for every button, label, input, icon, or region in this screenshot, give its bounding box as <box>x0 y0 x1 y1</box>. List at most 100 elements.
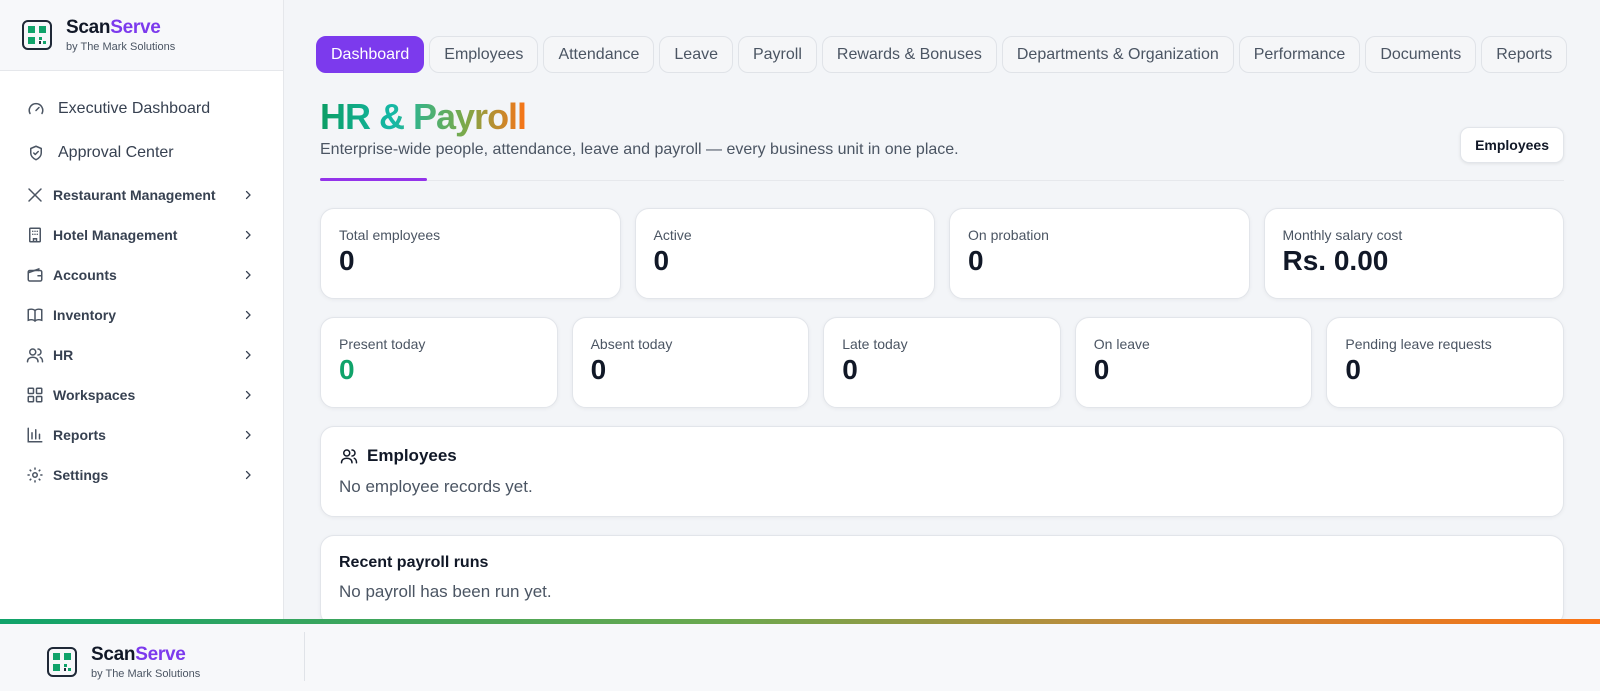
stat-card-late-today: Late today 0 <box>823 317 1061 408</box>
tab-payroll[interactable]: Payroll <box>737 36 817 73</box>
stat-value: 0 <box>1093 354 1110 385</box>
sidebar-nav: Executive Dashboard Approval Center Rest… <box>0 71 283 495</box>
sidebar-item-hotel-management[interactable]: Hotel Management <box>0 215 283 255</box>
page-title: HR & Payroll <box>320 96 527 137</box>
tab-leave[interactable]: Leave <box>659 36 733 73</box>
tab-reports[interactable]: Reports <box>1481 36 1568 73</box>
book-icon <box>26 306 44 324</box>
stat-label: Total employees <box>339 227 441 243</box>
tab-documents[interactable]: Documents <box>1365 36 1477 73</box>
empty-state-text: No employee records yet. <box>339 477 533 496</box>
empty-state-text: No payroll has been run yet. <box>339 582 552 601</box>
footer-brand: ScanServe by The Mark Solutions <box>47 644 200 680</box>
sidebar-item-accounts[interactable]: Accounts <box>0 255 283 295</box>
bar-chart-icon <box>26 426 44 444</box>
users-icon <box>339 446 359 466</box>
sidebar-item-hr[interactable]: HR <box>0 335 283 375</box>
brand-byline: by The Mark Solutions <box>66 41 176 53</box>
stat-label: Present today <box>339 336 426 352</box>
stat-card-pending-leave-requests: Pending leave requests 0 <box>1326 317 1564 408</box>
stat-label: Pending leave requests <box>1345 336 1492 352</box>
sidebar-item-label: HR <box>53 347 74 363</box>
stat-value: Rs. 0.00 <box>1282 245 1389 276</box>
grid-icon <box>26 386 44 404</box>
stat-value: 0 <box>968 245 984 276</box>
stat-value: 0 <box>842 354 858 385</box>
stat-card-present-today: Present today 0 <box>320 317 558 408</box>
sidebar-item-restaurant-management[interactable]: Restaurant Management <box>0 175 283 215</box>
stat-card-absent-today: Absent today 0 <box>571 317 810 408</box>
footer-divider <box>304 632 305 681</box>
brand-name: ScanServe <box>91 644 186 665</box>
panel-title: Recent payroll runs <box>339 554 489 571</box>
sidebar-item-label: Restaurant Management <box>53 187 216 203</box>
sidebar-item-reports[interactable]: Reports <box>0 415 283 455</box>
chevron-right-icon <box>241 228 255 242</box>
stats-row-1: Total employees 0 Active 0 On probation … <box>320 208 1564 299</box>
main-content: Dashboard Employees Attendance Leave Pay… <box>284 0 1600 626</box>
sidebar-item-label: Approval Center <box>58 144 174 161</box>
stat-label: On leave <box>1093 336 1150 352</box>
brand-byline: by The Mark Solutions <box>91 668 201 680</box>
sidebar-item-label: Workspaces <box>53 387 136 403</box>
users-icon <box>26 346 44 364</box>
stat-label: Active <box>653 227 692 243</box>
utensils-icon <box>26 186 44 204</box>
chevron-right-icon <box>241 388 255 402</box>
sidebar-item-executive-dashboard[interactable]: Executive Dashboard <box>0 87 283 131</box>
sidebar-item-inventory[interactable]: Inventory <box>0 295 283 335</box>
chevron-right-icon <box>241 188 255 202</box>
qr-logo-icon <box>22 20 52 50</box>
qr-logo-icon <box>47 647 77 677</box>
panel-title: Employees <box>367 446 457 465</box>
wallet-icon <box>26 266 44 284</box>
stat-value: 0 <box>653 245 670 276</box>
tab-rewards-bonuses[interactable]: Rewards & Bonuses <box>821 36 997 73</box>
tab-attendance[interactable]: Attendance <box>543 36 655 73</box>
tab-bar: Dashboard Employees Attendance Leave Pay… <box>316 36 1568 73</box>
employees-panel: Employees No employee records yet. <box>320 426 1564 517</box>
chevron-right-icon <box>241 468 255 482</box>
stats-row-2: Present today 0 Absent today 0 Late toda… <box>320 317 1564 408</box>
brand[interactable]: ScanServe by The Mark Solutions <box>0 0 283 71</box>
footer: ScanServe by The Mark Solutions <box>0 624 1600 691</box>
stat-card-on-probation: On probation 0 <box>949 208 1250 299</box>
employees-panel-header: Employees <box>339 445 1545 467</box>
gear-icon <box>26 466 44 484</box>
sidebar: ScanServe by The Mark Solutions Executiv… <box>0 0 284 620</box>
sidebar-item-label: Reports <box>53 427 106 443</box>
tab-performance[interactable]: Performance <box>1238 36 1361 73</box>
stat-value: 0 <box>339 354 355 385</box>
sidebar-item-label: Settings <box>53 467 109 483</box>
employees-button[interactable]: Employees <box>1460 127 1564 163</box>
stat-card-on-leave: On leave 0 <box>1074 317 1313 408</box>
sidebar-item-label: Executive Dashboard <box>58 100 211 117</box>
chevron-right-icon <box>241 348 255 362</box>
stat-card-active: Active 0 <box>634 208 935 299</box>
chevron-right-icon <box>241 308 255 322</box>
page-header: HR & Payroll Enterprise-wide people, att… <box>320 97 1564 181</box>
stat-label: Late today <box>842 336 908 352</box>
sidebar-item-approval-center[interactable]: Approval Center <box>0 131 283 175</box>
payroll-runs-panel: Recent payroll runs No payroll has been … <box>320 535 1564 626</box>
chevron-right-icon <box>241 268 255 282</box>
building-icon <box>26 226 44 244</box>
stat-label: Absent today <box>590 336 673 352</box>
sidebar-item-label: Hotel Management <box>53 227 178 243</box>
page-subtitle: Enterprise-wide people, attendance, leav… <box>320 141 959 158</box>
brand-name: ScanServe <box>66 17 161 38</box>
stat-card-monthly-salary-cost: Monthly salary cost Rs. 0.00 <box>1263 208 1564 299</box>
sidebar-item-label: Accounts <box>53 267 117 283</box>
gauge-icon <box>26 99 46 119</box>
stat-value: 0 <box>590 354 607 385</box>
chevron-right-icon <box>241 428 255 442</box>
tab-employees[interactable]: Employees <box>429 36 539 73</box>
title-underline <box>320 178 427 181</box>
tab-dashboard[interactable]: Dashboard <box>316 36 425 73</box>
sidebar-item-workspaces[interactable]: Workspaces <box>0 375 283 415</box>
stat-label: Monthly salary cost <box>1282 227 1403 243</box>
sidebar-item-label: Inventory <box>53 307 117 323</box>
sidebar-item-settings[interactable]: Settings <box>0 455 283 495</box>
tab-departments-organization[interactable]: Departments & Organization <box>1001 36 1234 73</box>
stat-value: 0 <box>1345 354 1361 385</box>
